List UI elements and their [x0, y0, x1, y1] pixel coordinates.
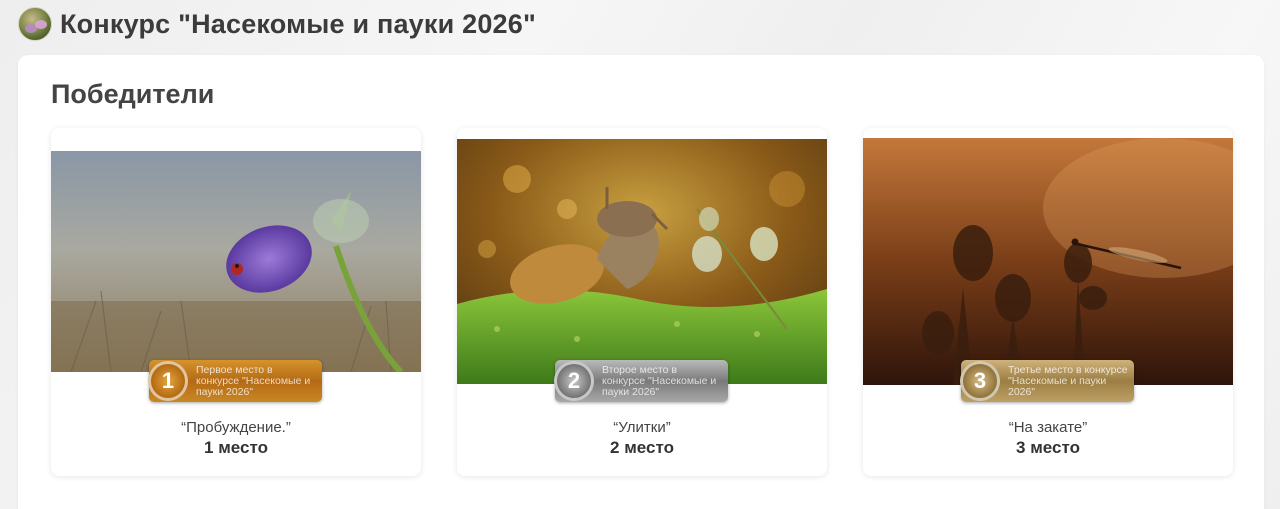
award-badge-3: 3 Третье место в конкурсе "Насекомые и п…: [960, 360, 1134, 402]
photo-title: “На закате”: [1008, 419, 1088, 436]
page-title: Конкурс "Насекомые и пауки 2026": [60, 8, 536, 39]
winners-panel: Победители 1 Первое место в конкурсе "На…: [18, 55, 1264, 509]
photo-title: “Улитки”: [613, 419, 671, 436]
section-title: Победители: [51, 79, 215, 109]
winner-photo-3[interactable]: [863, 138, 1233, 385]
winner-card-1[interactable]: 1 Первое место в конкурсе "Насекомые и п…: [51, 128, 421, 476]
medal-1-icon: 1: [148, 361, 188, 401]
winner-photo-2[interactable]: [457, 139, 827, 384]
medal-2-icon: 2: [554, 361, 594, 401]
winner-card-2[interactable]: 2 Второе место в конкурсе "Насекомые и п…: [457, 128, 827, 476]
award-badge-text: Третье место в конкурсе "Насекомые и пау…: [1008, 363, 1128, 398]
page-header: Конкурс "Насекомые и пауки 2026": [18, 6, 536, 42]
award-badge-2: 2 Второе место в конкурсе "Насекомые и п…: [554, 360, 728, 402]
award-badge-text: Первое место в конкурсе "Насекомые и пау…: [196, 363, 311, 398]
place-label: 2 место: [610, 438, 674, 457]
medal-3-icon: 3: [960, 361, 1000, 401]
award-badge-1: 1 Первое место в конкурсе "Насекомые и п…: [148, 360, 322, 402]
place-label: 3 место: [1016, 438, 1080, 457]
place-label: 1 место: [204, 438, 268, 457]
contest-logo-icon: [18, 7, 52, 41]
award-badge-text: Второе место в конкурсе "Насекомые и пау…: [602, 363, 717, 398]
winner-card-3[interactable]: 3 Третье место в конкурсе "Насекомые и п…: [863, 128, 1233, 476]
winner-photo-1[interactable]: [51, 151, 421, 372]
photo-title: “Пробуждение.”: [181, 419, 291, 436]
